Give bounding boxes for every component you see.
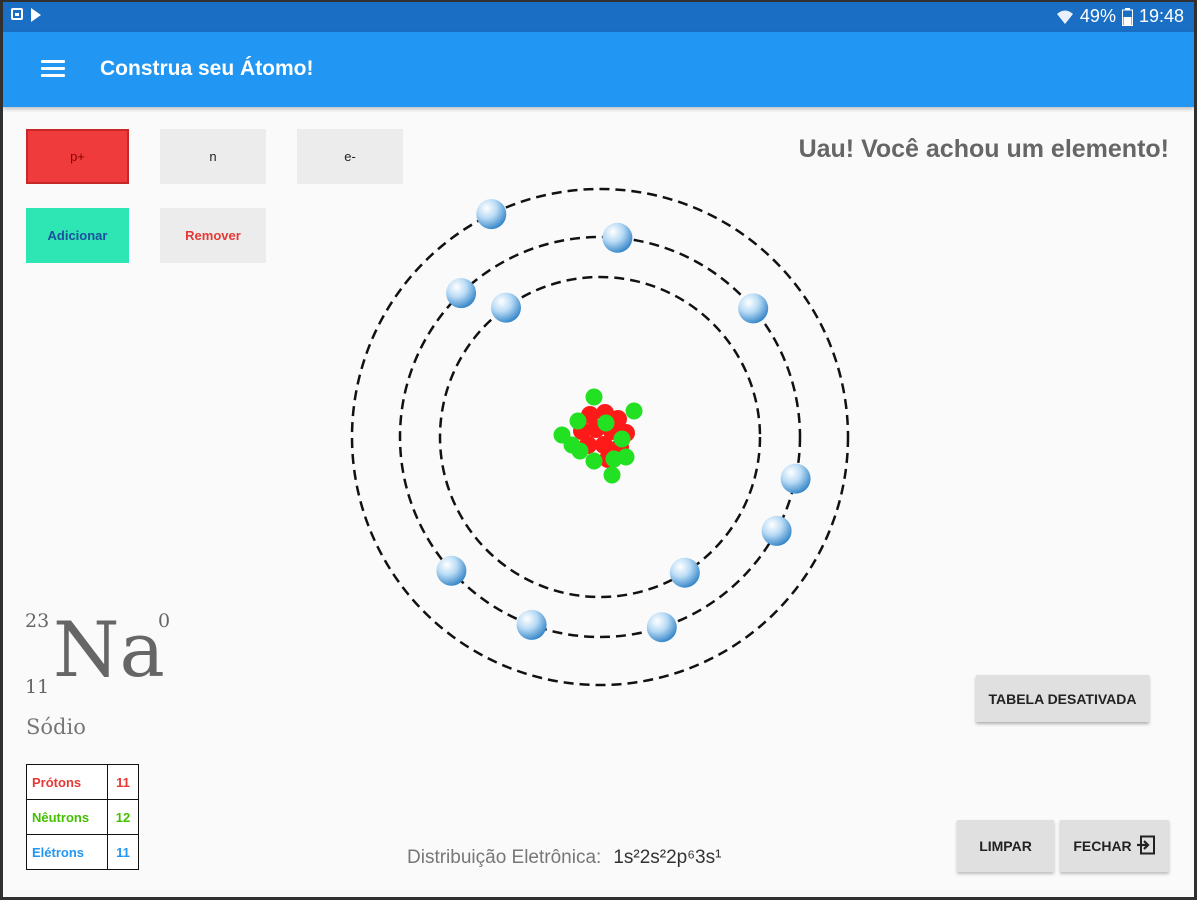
nucleus	[553, 388, 643, 484]
electron-particle	[646, 612, 677, 643]
neutron-particle	[585, 388, 603, 406]
electron-particle	[602, 222, 633, 253]
electron-particle	[780, 463, 811, 494]
neutron-particle	[597, 414, 615, 432]
neutron-particle	[585, 452, 603, 470]
electron-particle	[669, 557, 700, 588]
mass-number: 23	[25, 610, 50, 632]
ion-charge: 0	[158, 610, 171, 632]
exit-icon	[1136, 835, 1156, 858]
atomic-number: 11	[25, 676, 50, 698]
electron-particle	[446, 278, 477, 309]
table-row: Prótons 11	[26, 764, 139, 800]
electrons-label: Elétrons	[26, 834, 108, 870]
neutron-particle	[625, 402, 643, 420]
element-name: Sódio	[26, 715, 86, 739]
clear-button[interactable]: LIMPAR	[957, 820, 1054, 872]
electron-particle	[761, 515, 792, 546]
atom-model	[350, 187, 850, 687]
electron-particle	[516, 609, 547, 640]
neutron-particle	[569, 412, 587, 430]
distribution-label: Distribuição Eletrônica:	[407, 847, 602, 868]
neutron-particle	[563, 436, 581, 454]
electron-particle	[491, 292, 521, 323]
electron-particle	[738, 293, 769, 324]
neutron-particle	[617, 448, 635, 466]
electron-distribution: Distribuição Eletrônica: 1s²2s²2p⁶3s¹	[407, 847, 721, 869]
electron-particle	[436, 555, 467, 586]
neutrons-label: Nêutrons	[26, 799, 108, 835]
protons-label: Prótons	[26, 764, 108, 800]
table-row: Elétrons 11	[26, 834, 139, 870]
electron-particle	[476, 199, 507, 230]
neutron-particle	[603, 466, 621, 484]
app-screen: 49% 19:48 Construa seu Átomo! p+ n e- Ad…	[3, 2, 1194, 897]
periodic-table-button[interactable]: TABELA DESATIVADA	[976, 675, 1149, 722]
element-symbol: Na	[53, 605, 165, 694]
neutrons-count: 12	[107, 799, 139, 835]
particle-count-table: Prótons 11 Nêutrons 12 Elétrons 11	[26, 764, 139, 870]
table-row: Nêutrons 12	[26, 799, 139, 835]
close-button[interactable]: FECHAR	[1060, 820, 1169, 872]
protons-count: 11	[107, 764, 139, 800]
distribution-value: 1s²2s²2p⁶3s¹	[613, 847, 722, 868]
close-label: FECHAR	[1073, 838, 1132, 854]
electrons-count: 11	[107, 834, 139, 870]
neutron-particle	[613, 430, 631, 448]
